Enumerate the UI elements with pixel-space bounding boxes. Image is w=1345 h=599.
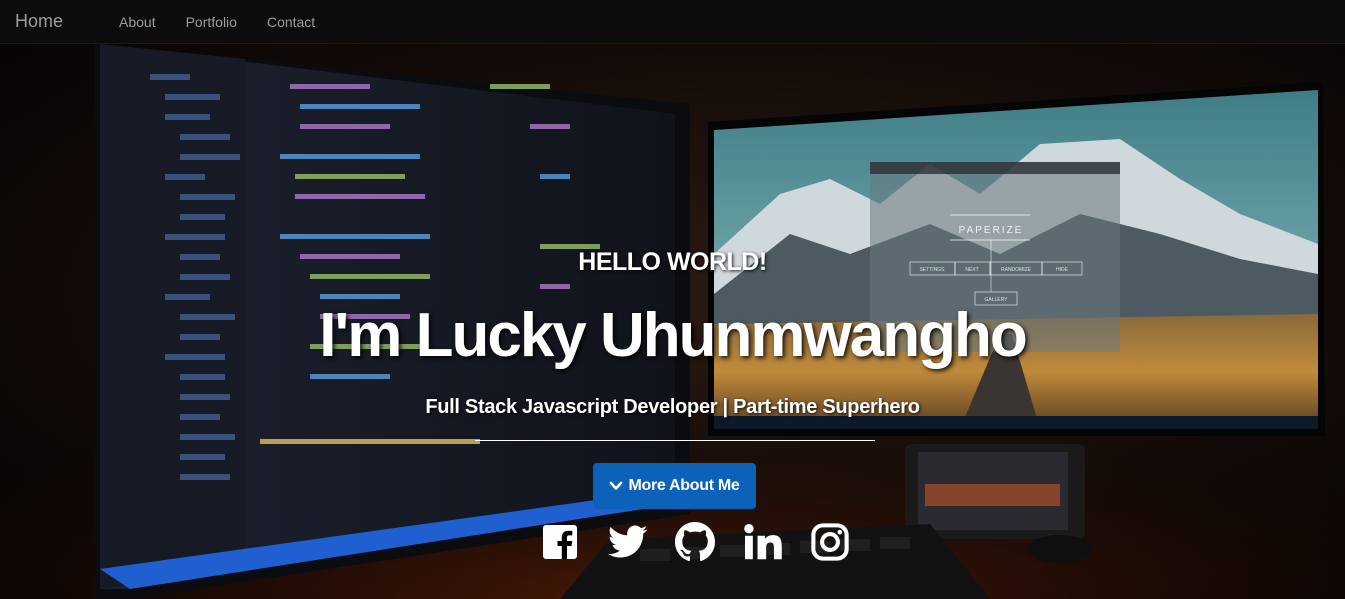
instagram-icon bbox=[811, 523, 849, 561]
hero-section: HELLO WORLD! I'm Lucky Uhunmwangho Full … bbox=[0, 44, 1345, 599]
social-links bbox=[540, 520, 850, 564]
nav-brand-home[interactable]: Home bbox=[15, 11, 119, 32]
navbar: Home About Portfolio Contact bbox=[0, 0, 1345, 44]
facebook-link[interactable] bbox=[540, 522, 580, 562]
hero-title: I'm Lucky Uhunmwangho bbox=[319, 301, 1027, 370]
linkedin-link[interactable] bbox=[743, 522, 783, 562]
page: Home About Portfolio Contact PAPERIZE SE… bbox=[0, 0, 1345, 599]
nav-link-portfolio[interactable]: Portfolio bbox=[186, 14, 237, 30]
linkedin-icon bbox=[743, 524, 782, 560]
github-icon bbox=[675, 522, 715, 562]
chevron-down-icon bbox=[610, 481, 623, 490]
twitter-icon bbox=[607, 525, 647, 558]
facebook-icon bbox=[543, 525, 577, 559]
twitter-link[interactable] bbox=[607, 522, 648, 562]
hero-kicker: HELLO WORLD! bbox=[578, 248, 767, 276]
instagram-link[interactable] bbox=[810, 522, 850, 562]
more-about-me-label: More About Me bbox=[628, 477, 740, 494]
more-about-me-button[interactable]: More About Me bbox=[593, 463, 756, 509]
nav-link-about[interactable]: About bbox=[119, 14, 156, 30]
nav-link-contact[interactable]: Contact bbox=[267, 14, 315, 30]
hero-divider bbox=[475, 440, 875, 441]
github-link[interactable] bbox=[675, 522, 715, 562]
hero-subtitle: Full Stack Javascript Developer | Part-t… bbox=[425, 396, 920, 418]
nav-links: About Portfolio Contact bbox=[119, 14, 345, 30]
